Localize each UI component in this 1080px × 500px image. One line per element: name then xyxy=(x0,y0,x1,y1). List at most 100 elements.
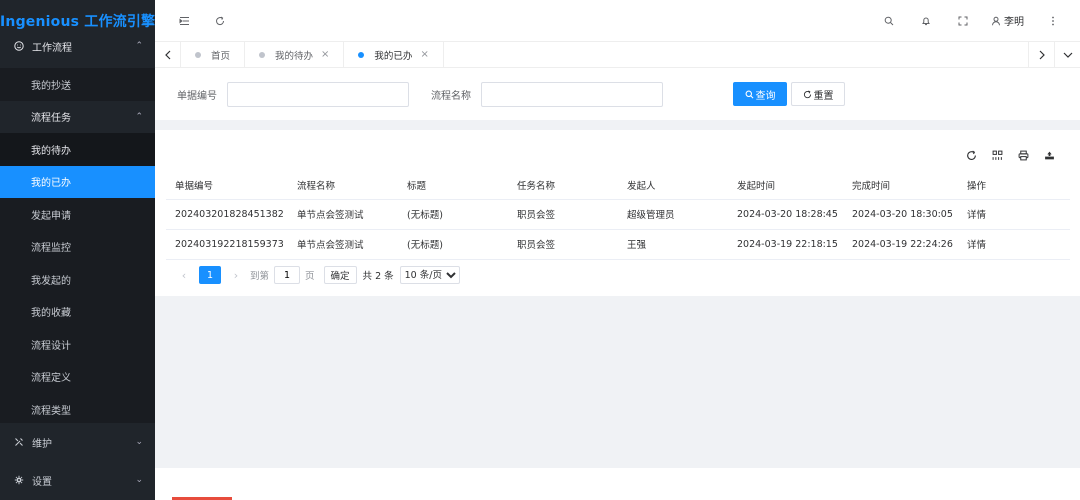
col-doc-number: 单据编号 xyxy=(166,172,288,200)
refresh-icon[interactable] xyxy=(962,146,980,164)
tab-menu-button[interactable] xyxy=(1054,41,1080,68)
goto-label: 到第 xyxy=(250,271,270,282)
page-size-select[interactable]: 10 条/页 xyxy=(399,266,460,284)
table-header-row: 单据编号 流程名称 标题 任务名称 发起人 发起时间 完成时间 操作 xyxy=(166,172,1070,200)
sidebar-item-start-request[interactable]: 发起申请 xyxy=(0,198,155,231)
table-toolbar xyxy=(962,146,1058,164)
pagination: ‹ 1 › 到第 页 确定 共 2 条 10 条/页 xyxy=(175,266,460,284)
cell-finish-time: 2024-03-19 22:24:26 xyxy=(843,229,958,260)
cell-task-name: 职员会签 xyxy=(508,199,618,230)
close-icon[interactable]: × xyxy=(420,49,428,60)
cell-process-name: 单节点会签测试 xyxy=(288,199,398,230)
menu-group-maintenance[interactable]: 维护 ⌄ xyxy=(0,423,155,461)
cell-title: (无标题) xyxy=(398,199,508,230)
cell-initiator: 王强 xyxy=(618,229,728,260)
user-menu[interactable]: 李明 xyxy=(991,13,1024,28)
sidebar-item-label: 我的抄送 xyxy=(31,80,71,92)
close-icon[interactable]: × xyxy=(321,49,329,60)
gear-icon xyxy=(12,475,26,485)
chevron-left-icon xyxy=(164,50,170,59)
detail-link[interactable]: 详情 xyxy=(958,229,1070,260)
chevron-down-icon xyxy=(1063,52,1072,58)
menu-fold-icon[interactable] xyxy=(175,12,193,30)
process-name-input[interactable] xyxy=(481,81,663,107)
sidebar-item-process-monitor[interactable]: 流程监控 xyxy=(0,230,155,263)
col-finish-time: 完成时间 xyxy=(843,172,958,200)
sidebar-item-process-type[interactable]: 流程类型 xyxy=(0,393,155,426)
tools-icon xyxy=(12,437,26,447)
sidebar-item-label: 发起申请 xyxy=(31,210,71,222)
columns-icon[interactable] xyxy=(988,146,1006,164)
sidebar-item-label: 流程设计 xyxy=(31,340,71,352)
more-vertical-icon[interactable] xyxy=(1044,12,1062,30)
tab-my-done[interactable]: 我的已办 × xyxy=(344,41,444,68)
export-icon[interactable] xyxy=(1040,146,1058,164)
cell-doc-number: 202403192218159373 xyxy=(166,229,288,260)
table-row: 202403192218159373 单节点会签测试 (无标题) 职员会签 王强… xyxy=(166,229,1070,260)
top-header: 李明 xyxy=(155,0,1080,42)
col-task-name: 任务名称 xyxy=(508,172,618,200)
sidebar-item-process-definition[interactable]: 流程定义 xyxy=(0,360,155,393)
cell-initiator: 超级管理员 xyxy=(618,199,728,230)
doc-number-input[interactable] xyxy=(227,81,409,107)
sidebar-item-label: 我发起的 xyxy=(31,275,71,287)
fullscreen-icon[interactable] xyxy=(954,12,972,30)
app-title: Ingenious 工作流引擎 xyxy=(0,14,155,30)
total-count: 共 2 条 xyxy=(362,271,394,282)
sidebar: Ingenious 工作流引擎 工作流程 ⌃ 我的抄送 流程任务 ⌃ 我的待办 … xyxy=(0,0,155,500)
tab-home[interactable]: 首页 xyxy=(181,41,246,68)
tab-bar: 首页 我的待办 × 我的已办 × xyxy=(155,41,1080,68)
chevron-left-icon[interactable]: ‹ xyxy=(175,269,193,282)
menu-group-label: 工作流程 xyxy=(32,42,72,54)
sidebar-item-my-todo[interactable]: 我的待办 xyxy=(0,133,155,166)
page-1-button[interactable]: 1 xyxy=(199,266,221,284)
search-icon[interactable] xyxy=(880,12,898,30)
doc-number-label: 单据编号 xyxy=(177,90,217,102)
cell-task-name: 职员会签 xyxy=(508,229,618,260)
reset-button[interactable]: 重置 xyxy=(791,82,845,106)
menu-group-settings[interactable]: 设置 ⌄ xyxy=(0,461,155,499)
menu-group-label: 设置 xyxy=(32,476,52,488)
user-icon xyxy=(991,16,1001,26)
col-initiator: 发起人 xyxy=(618,172,728,200)
tab-scroll-right-button[interactable] xyxy=(1028,41,1054,68)
process-name-label: 流程名称 xyxy=(431,90,471,102)
tab-label: 首页 xyxy=(211,50,231,62)
sidebar-item-process-tasks[interactable]: 流程任务 ⌃ xyxy=(0,100,155,133)
sidebar-item-my-cc[interactable]: 我的抄送 xyxy=(0,68,155,101)
tab-dot xyxy=(259,51,266,58)
chevron-down-icon: ⌄ xyxy=(135,475,143,485)
sidebar-item-my-done[interactable]: 我的已办 xyxy=(0,165,155,198)
refresh-icon[interactable] xyxy=(211,12,229,30)
cell-finish-time: 2024-03-20 18:30:05 xyxy=(843,199,958,230)
col-title: 标题 xyxy=(398,172,508,200)
sidebar-item-process-design[interactable]: 流程设计 xyxy=(0,328,155,361)
printer-icon[interactable] xyxy=(1014,146,1032,164)
tab-scroll-left-button[interactable] xyxy=(155,41,181,68)
query-button-label: 查询 xyxy=(755,90,776,102)
sidebar-item-label: 流程定义 xyxy=(31,373,71,385)
sidebar-item-label: 流程类型 xyxy=(31,405,71,417)
sidebar-item-label: 我的已办 xyxy=(31,178,71,190)
tab-my-todo[interactable]: 我的待办 × xyxy=(245,41,345,68)
cell-start-time: 2024-03-20 18:28:45 xyxy=(728,199,843,230)
sidebar-item-my-favorites[interactable]: 我的收藏 xyxy=(0,295,155,328)
sidebar-item-my-initiated[interactable]: 我发起的 xyxy=(0,263,155,296)
tab-dot xyxy=(195,51,201,58)
search-icon xyxy=(745,90,753,98)
done-tasks-table: 单据编号 流程名称 标题 任务名称 发起人 发起时间 完成时间 操作 20240… xyxy=(166,172,1070,260)
col-process-name: 流程名称 xyxy=(288,172,398,200)
menu-group-label: 维护 xyxy=(32,438,52,450)
bell-icon[interactable] xyxy=(917,12,935,30)
chevron-right-icon[interactable]: › xyxy=(227,269,245,282)
col-actions: 操作 xyxy=(958,172,1070,200)
footer-area xyxy=(155,468,1080,500)
tab-label: 我的待办 xyxy=(275,50,314,62)
sidebar-item-label: 我的收藏 xyxy=(31,308,71,320)
goto-confirm-button[interactable]: 确定 xyxy=(323,266,357,284)
goto-page-input[interactable] xyxy=(274,266,301,284)
sidebar-item-label: 流程监控 xyxy=(31,243,71,255)
search-form: 单据编号 流程名称 查询 重置 xyxy=(155,68,1080,120)
detail-link[interactable]: 详情 xyxy=(958,199,1070,230)
query-button[interactable]: 查询 xyxy=(733,82,787,106)
